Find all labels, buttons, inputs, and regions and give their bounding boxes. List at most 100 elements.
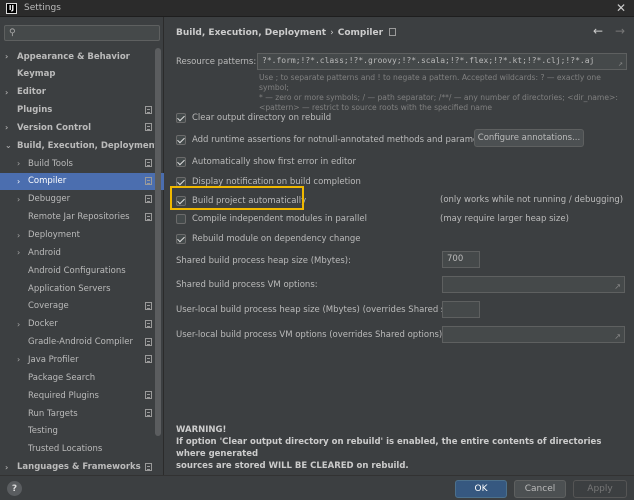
sidebar-item-build-tools[interactable]: › Build Tools xyxy=(0,155,164,172)
sidebar-item-label: Coverage xyxy=(28,301,69,312)
checkbox-box[interactable] xyxy=(176,234,186,244)
sidebar-item-remote-jar-repositories[interactable]: Remote Jar Repositories xyxy=(0,209,164,226)
parallel-compile-checkbox[interactable]: Compile independent modules in parallel xyxy=(176,211,367,227)
sidebar-item-docker[interactable]: › Docker xyxy=(0,316,164,333)
expand-icon[interactable]: ↗ xyxy=(614,282,621,291)
sidebar-item-application-servers[interactable]: Application Servers xyxy=(0,280,164,297)
sidebar-item-testing[interactable]: Testing xyxy=(0,423,164,440)
vm-options-label: Shared build process VM options: xyxy=(176,280,318,290)
sidebar-item-debugger[interactable]: › Debugger xyxy=(0,191,164,208)
sidebar-item-android[interactable]: › Android xyxy=(0,244,164,261)
user-vm-label: User-local build process VM options (ove… xyxy=(176,330,446,340)
configure-annotations-button[interactable]: Configure annotations... xyxy=(474,129,584,147)
sidebar-item-label: Version Control xyxy=(17,122,92,133)
resource-patterns-value: ?*.form;!?*.class;!?*.groovy;!?*.scala;!… xyxy=(262,56,595,65)
chevron-right-icon[interactable]: › xyxy=(5,463,13,472)
compiler-settings-panel: Build, Execution, Deployment › Compiler ← … xyxy=(165,17,634,475)
checkbox-box[interactable] xyxy=(176,214,186,224)
chevron-right-icon[interactable]: › xyxy=(5,123,13,132)
sidebar-item-label: Languages & Frameworks xyxy=(17,462,141,473)
heap-size-label: Shared build process heap size (Mbytes): xyxy=(176,256,351,266)
rebuild-on-dependency-checkbox[interactable]: Rebuild module on dependency change xyxy=(176,231,361,247)
resource-patterns-label: Resource patterns: xyxy=(176,57,257,67)
chevron-right-icon[interactable]: › xyxy=(5,52,13,61)
expand-icon[interactable]: ↗ xyxy=(618,59,623,68)
user-heap-input[interactable] xyxy=(442,301,480,318)
sidebar-item-label: Editor xyxy=(17,87,46,98)
page-icon xyxy=(145,409,152,417)
sidebar-item-android-configurations[interactable]: Android Configurations xyxy=(0,262,164,279)
checkbox-box[interactable] xyxy=(176,157,186,167)
sidebar-item-label: Application Servers xyxy=(28,283,111,294)
chevron-right-icon[interactable]: › xyxy=(17,177,25,186)
chevron-right-icon[interactable]: › xyxy=(17,195,25,204)
ok-button[interactable]: OK xyxy=(455,480,507,498)
sidebar-item-gradle-android-compiler[interactable]: Gradle-Android Compiler xyxy=(0,334,164,351)
sidebar-item-label: Deployment xyxy=(28,230,80,240)
breadcrumb-current: Compiler xyxy=(337,28,384,38)
sidebar-item-build-execution-deployment[interactable]: ⌄ Build, Execution, Deployment xyxy=(0,137,164,154)
parallel-compile-note: (may require larger heap size) xyxy=(440,214,569,224)
hint-line: * — zero or more symbols; / — path separ… xyxy=(259,93,618,102)
heap-size-input[interactable]: 700 xyxy=(442,251,480,268)
sidebar-item-trusted-locations[interactable]: Trusted Locations xyxy=(0,441,164,458)
sidebar-item-coverage[interactable]: Coverage xyxy=(0,298,164,315)
sidebar-item-label: Debugger xyxy=(28,194,71,205)
settings-search-input[interactable]: ⚲ xyxy=(4,25,160,41)
sidebar-item-label: Keymap xyxy=(17,69,56,80)
close-icon[interactable]: ✕ xyxy=(616,1,626,15)
checkbox-label: Compile independent modules in parallel xyxy=(192,214,367,224)
help-icon[interactable]: ? xyxy=(7,481,22,496)
sidebar-item-label: Java Profiler xyxy=(28,354,79,365)
sidebar-item-keymap[interactable]: Keymap xyxy=(0,66,164,83)
sidebar-item-label: Docker xyxy=(28,319,58,330)
chevron-right-icon[interactable]: › xyxy=(17,231,25,240)
sidebar-item-java-profiler[interactable]: › Java Profiler xyxy=(0,351,164,368)
page-icon xyxy=(145,319,152,328)
checkbox-box[interactable] xyxy=(176,135,186,145)
sidebar-item-run-targets[interactable]: Run Targets xyxy=(0,405,164,422)
resource-patterns-input[interactable]: ?*.form;!?*.class;!?*.groovy;!?*.scala;!… xyxy=(257,53,627,70)
warning-line: sources are stored WILL BE CLEARED on re… xyxy=(176,461,409,471)
sidebar-item-plugins[interactable]: Plugins xyxy=(0,102,164,119)
user-vm-input[interactable]: ↗ xyxy=(442,326,625,343)
vm-options-input[interactable]: ↗ xyxy=(442,276,625,293)
sidebar-item-required-plugins[interactable]: Required Plugins xyxy=(0,387,164,404)
expand-icon[interactable]: ↗ xyxy=(614,332,621,341)
sidebar-item-appearance-behavior[interactable]: › Appearance & Behavior xyxy=(0,48,164,65)
chevron-right-icon[interactable]: › xyxy=(17,159,25,168)
sidebar-item-version-control[interactable]: › Version Control xyxy=(0,119,164,136)
warning-message: WARNING! If option 'Clear output directo… xyxy=(176,424,631,472)
window-title: Settings xyxy=(24,3,61,13)
page-icon xyxy=(145,212,152,221)
checkbox-label: Automatically show first error in editor xyxy=(192,157,356,167)
intellij-logo-icon: IJ xyxy=(6,2,17,14)
build-automatically-highlight xyxy=(170,186,304,210)
apply-button[interactable]: Apply xyxy=(573,480,627,498)
show-first-error-checkbox[interactable]: Automatically show first error in editor xyxy=(176,154,356,170)
breadcrumb: Build, Execution, Deployment › Compiler xyxy=(176,28,397,38)
sidebar-item-deployment[interactable]: › Deployment xyxy=(0,227,164,244)
chevron-right-icon[interactable]: › xyxy=(17,320,25,329)
checkbox-box[interactable] xyxy=(176,113,186,123)
checkbox-label: Clear output directory on rebuild xyxy=(192,113,332,123)
sidebar-item-label: Package Search xyxy=(28,372,96,383)
sidebar-item-languages-frameworks[interactable]: › Languages & Frameworks xyxy=(0,459,164,476)
page-icon xyxy=(145,159,152,168)
breadcrumb-parent[interactable]: Build, Execution, Deployment xyxy=(176,28,326,38)
warning-title: WARNING! xyxy=(176,425,227,435)
forward-arrow-icon[interactable]: → xyxy=(615,24,625,38)
sidebar-item-editor[interactable]: › Editor xyxy=(0,84,164,101)
chevron-right-icon[interactable]: › xyxy=(5,88,13,97)
back-arrow-icon[interactable]: ← xyxy=(593,24,603,38)
sidebar-item-package-search[interactable]: Package Search xyxy=(0,369,164,386)
clear-output-checkbox[interactable]: Clear output directory on rebuild xyxy=(176,110,331,126)
chevron-right-icon[interactable]: › xyxy=(17,355,25,364)
runtime-assertions-checkbox[interactable]: Add runtime assertions for notnull-annot… xyxy=(176,132,495,148)
cancel-button[interactable]: Cancel xyxy=(514,480,566,498)
sidebar-item-label: Android xyxy=(28,247,61,258)
chevron-right-icon[interactable]: › xyxy=(17,248,25,257)
chevron-down-icon[interactable]: ⌄ xyxy=(5,141,13,150)
sidebar-item-compiler[interactable]: › Compiler xyxy=(0,172,164,190)
sidebar-scrollbar[interactable] xyxy=(155,48,161,436)
